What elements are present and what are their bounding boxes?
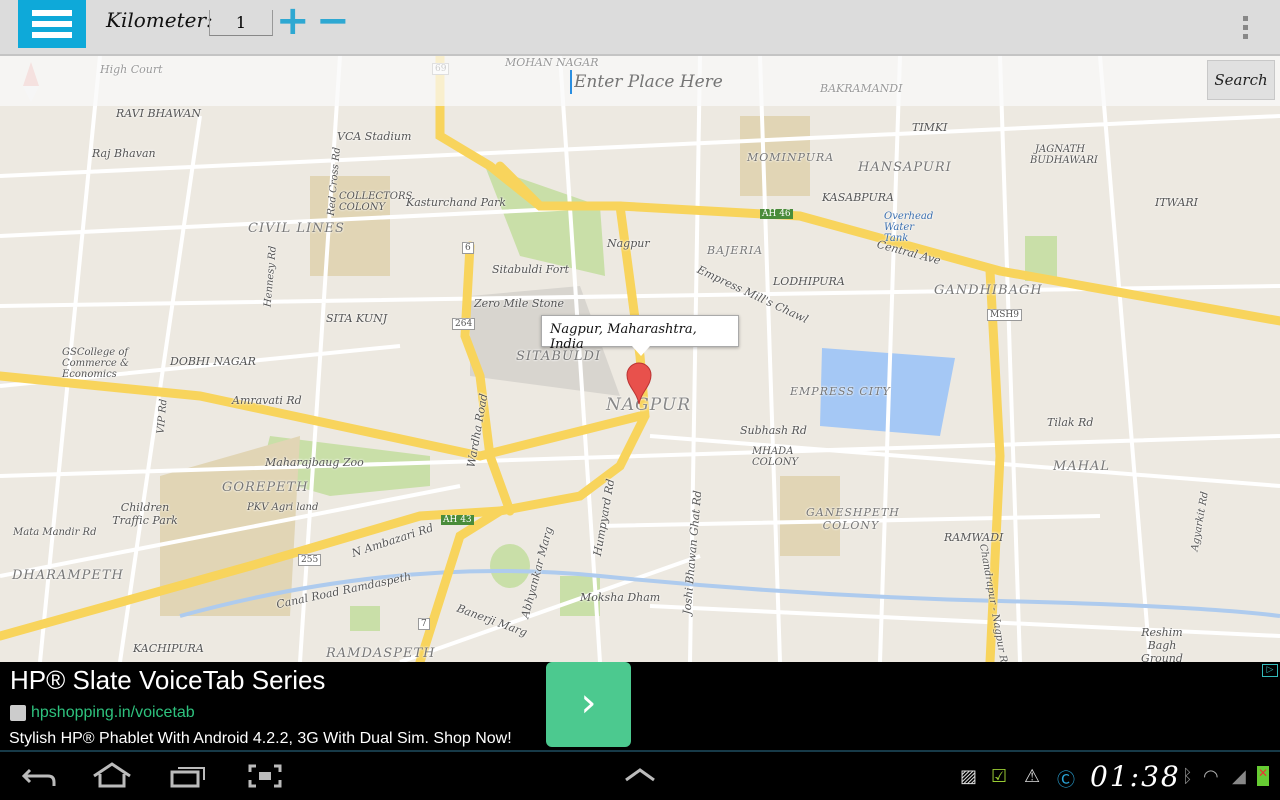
search-bar: Search (0, 56, 1280, 106)
map-label: MOHAN NAGAR (505, 56, 599, 69)
map-label: GOREPETH (222, 480, 309, 495)
chevron-right-icon: › (580, 680, 597, 726)
map-label: HANSAPURI (858, 160, 952, 175)
map-label: Children Traffic Park (112, 501, 178, 527)
map-label: Overhead Water Tank (884, 211, 934, 244)
map-label: Moksha Dham (580, 591, 661, 604)
road-shield: 7 (418, 618, 430, 630)
map-label: Zero Mile Stone (474, 297, 565, 310)
ad-url[interactable]: hpshopping.in/voicetab (31, 704, 195, 722)
map-info-window[interactable]: Nagpur, Maharashtra, India (541, 315, 739, 356)
map-label: GANDHIBAGH (934, 283, 1043, 298)
map-label: VCA Stadium (337, 130, 412, 143)
map-label: GANESHPETH COLONY (806, 506, 900, 532)
road-shield: 264 (452, 318, 476, 330)
map-label: KASABPURA (822, 191, 894, 204)
ad-banner[interactable]: HP® Slate VoiceTab Series hpshopping.in/… (0, 662, 1280, 752)
road-shield: 6 (462, 242, 474, 254)
up-chevron-icon[interactable] (624, 768, 656, 782)
plus-button[interactable]: + (276, 1, 310, 41)
map-label: TIMKI (912, 121, 948, 134)
map-label: Reshim Bagh Ground (1141, 626, 1183, 662)
ad-title[interactable]: HP® Slate VoiceTab Series (10, 665, 325, 696)
bluetooth-icon: ᛒ (1182, 766, 1193, 787)
map-label: RAVI BHAWAN (116, 107, 201, 120)
search-button[interactable]: Search (1207, 60, 1275, 100)
map-label: RAMWADI (944, 531, 1004, 544)
map-label: BAJERIA (707, 244, 764, 257)
recent-apps-icon[interactable] (170, 764, 206, 788)
road-shield: 255 (298, 554, 322, 566)
screenshot-icon[interactable] (248, 764, 282, 788)
map-label: SITA KUNJ (326, 312, 388, 325)
top-toolbar: Kilometer: + − (0, 0, 1280, 56)
map-label: Mata Mandir Rd (13, 527, 97, 538)
back-icon[interactable] (22, 764, 56, 788)
battery-icon: ✕ (1257, 766, 1269, 786)
warning-icon: ⚠ (1024, 766, 1041, 787)
road-shield: AH 46 (760, 209, 793, 219)
ad-description: Stylish HP® Phablet With Android 4.2.2, … (9, 730, 512, 747)
minus-button[interactable]: − (316, 1, 350, 41)
map-label: Nagpur (607, 237, 650, 250)
map-label: MAHAL (1053, 459, 1111, 474)
map-label: ITWARI (1155, 196, 1199, 209)
gallery-icon: ▨ (960, 766, 978, 787)
screen-check-icon: ☑ (991, 766, 1008, 787)
map-label: Kasturchand Park (406, 196, 506, 209)
map-marker-icon[interactable] (626, 362, 652, 406)
globe-icon (10, 705, 26, 721)
map-label: BAKRAMANDI (820, 82, 903, 95)
map-label: Subhash Rd (740, 424, 807, 437)
kilometer-label: Kilometer: (106, 8, 213, 32)
signal-icon: ◢ (1232, 766, 1246, 787)
map-label: Sitabuldi Fort (492, 263, 570, 276)
map-label: Raj Bhavan (92, 147, 156, 160)
map-label: Tilak Rd (1047, 416, 1094, 429)
map-label: MHADA COLONY (752, 446, 799, 468)
map-label: Maharajbaug Zoo (265, 456, 364, 469)
map-label: MOMINPURA (747, 151, 835, 164)
road-shield: MSH9 (987, 309, 1022, 321)
system-bar: ▨ ☑ ⚠ Ⓒ 01:38 ᛒ ◠ ◢ ✕ (0, 752, 1280, 800)
overflow-menu-icon[interactable] (1243, 16, 1249, 43)
kilometer-input[interactable] (209, 10, 273, 36)
home-icon[interactable] (92, 762, 132, 788)
map-view[interactable]: High Court RAVI BHAWAN Raj Bhavan VCA St… (0, 56, 1280, 662)
map-label: RAMDASPETH (326, 646, 436, 661)
map-label: KACHIPURA (133, 642, 204, 655)
map-label: CIVIL LINES (248, 221, 345, 236)
map-label: PKV Agri land (247, 502, 319, 513)
wifi-icon: ◠ (1203, 766, 1219, 787)
map-label: JAGNATH BUDHAWARI (1030, 144, 1098, 166)
map-label: LODHIPURA (773, 275, 845, 288)
road-shield: AH 43 (441, 515, 474, 525)
map-label: Amravati Rd (232, 394, 302, 407)
app-c-icon: Ⓒ (1057, 770, 1075, 791)
adchoices-icon[interactable]: ▷ (1262, 664, 1278, 677)
menu-button[interactable] (18, 0, 86, 48)
map-label: COLLECTORS COLONY (339, 191, 413, 213)
ad-go-button[interactable]: › (546, 662, 631, 747)
map-label: DHARAMPETH (12, 568, 124, 583)
map-label: High Court (100, 63, 163, 76)
place-search-input[interactable] (570, 70, 970, 94)
clock: 01:38 (1090, 760, 1181, 793)
map-label: GSCollege of Commerce & Economics (62, 347, 129, 380)
map-label: EMPRESS CITY (790, 385, 891, 398)
map-label: DOBHI NAGAR (170, 355, 256, 368)
